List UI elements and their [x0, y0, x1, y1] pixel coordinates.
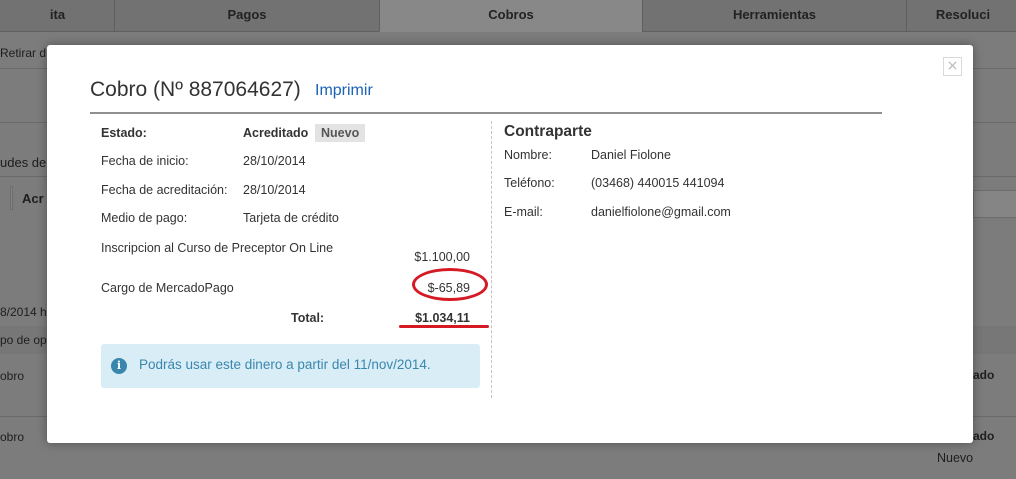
telefono-value: (03468) 440015 441094	[591, 176, 725, 190]
title-divider	[90, 112, 882, 114]
medio-pago-value: Tarjeta de crédito	[243, 211, 339, 225]
item-amount: $1.100,00	[414, 250, 470, 264]
fecha-acreditacion-label: Fecha de acreditación:	[101, 183, 228, 197]
email-value: danielfiolone@gmail.com	[591, 205, 731, 219]
info-alert: i Podrás usar este dinero a partir del 1…	[101, 344, 480, 388]
close-icon[interactable]: ×	[943, 57, 962, 76]
telefono-label: Teléfono:	[504, 176, 555, 190]
estado-value: Acreditado	[243, 126, 309, 140]
red-circle-annotation	[412, 268, 488, 301]
status-badge: Nuevo	[315, 124, 366, 142]
total-label: Total:	[291, 311, 325, 325]
fecha-inicio-value: 28/10/2014	[243, 154, 306, 168]
email-label: E-mail:	[504, 205, 543, 219]
medio-pago-label: Medio de pago:	[101, 211, 188, 225]
total-value: $1.034,11	[415, 311, 470, 325]
modal-overlay: × Cobro (Nº 887064627) Imprimir Estado: …	[0, 0, 1016, 479]
print-link[interactable]: Imprimir	[315, 82, 373, 100]
payment-detail-modal: × Cobro (Nº 887064627) Imprimir Estado: …	[47, 45, 973, 443]
nombre-value: Daniel Fiolone	[591, 148, 671, 162]
column-divider	[491, 121, 492, 398]
counterparty-heading: Contraparte	[504, 123, 592, 140]
info-icon: i	[111, 358, 127, 374]
item-description: Cargo de MercadoPago	[101, 281, 234, 295]
item-description: Inscripcion al Curso de Preceptor On Lin…	[101, 241, 334, 255]
nombre-label: Nombre:	[504, 148, 552, 162]
estado-label: Estado:	[101, 126, 147, 140]
fecha-inicio-label: Fecha de inicio:	[101, 154, 189, 168]
info-message: Podrás usar este dinero a partir del 11/…	[139, 357, 431, 372]
modal-title: Cobro (Nº 887064627)	[90, 78, 301, 101]
red-underline-annotation	[399, 325, 489, 328]
fecha-acreditacion-value: 28/10/2014	[243, 183, 306, 197]
